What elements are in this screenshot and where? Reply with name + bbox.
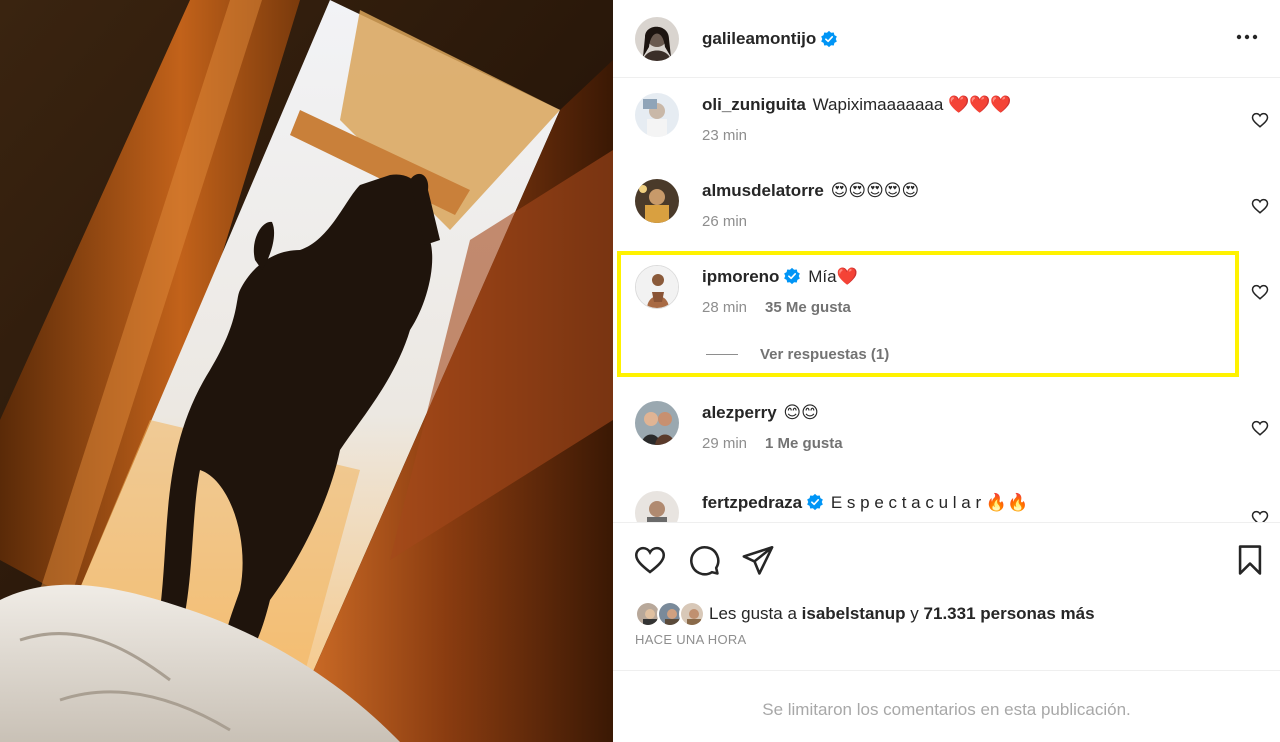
likes-user-link[interactable]: isabelstanup	[802, 604, 906, 624]
commenter-avatar[interactable]	[635, 265, 679, 309]
liker-avatars	[635, 601, 709, 627]
comment-text: Wapiximaaaaaaa ❤️❤️❤️	[812, 95, 1012, 114]
comment-icon[interactable]	[687, 543, 721, 577]
comment-like-heart-icon[interactable]	[1251, 197, 1269, 215]
commenter-avatar[interactable]	[635, 401, 679, 445]
verified-badge-icon	[807, 493, 823, 511]
comment-time[interactable]: 28 min	[702, 299, 747, 316]
author-username[interactable]: galileamontijo	[702, 29, 816, 49]
comment-likes-count[interactable]: 1 Me gusta	[765, 435, 843, 452]
likes-others-link[interactable]: 71.331 personas más	[924, 604, 1095, 624]
view-replies-label: Ver respuestas (1)	[760, 346, 890, 363]
comment-text: E s p e c t a c u l a r 🔥🔥	[830, 493, 1029, 512]
post-timestamp[interactable]: HACE UNA HORA	[635, 632, 747, 647]
post-image	[0, 0, 613, 742]
commenter-username[interactable]: oli_zuniguita	[702, 95, 806, 114]
comment-time[interactable]: 29 min	[702, 435, 747, 452]
comment-likes-count[interactable]: 35 Me gusta	[765, 299, 851, 316]
comment-text: Mía❤️	[808, 267, 858, 286]
liker-avatar	[679, 601, 705, 627]
post-panel: galileamontijo oli_zuniguita Wapiximaaaa…	[613, 0, 1280, 742]
likes-summary[interactable]: Les gusta a isabelstanup y 71.331 person…	[635, 601, 1095, 627]
verified-badge-icon	[784, 267, 801, 285]
verified-badge-icon	[821, 30, 838, 47]
comment-like-heart-icon[interactable]	[1251, 509, 1269, 522]
commenter-username[interactable]: fertzpedraza	[702, 493, 802, 512]
more-horizontal-icon[interactable]	[1234, 24, 1260, 50]
comment-text: 😊😊	[783, 403, 819, 422]
comment-like-heart-icon[interactable]	[1251, 111, 1269, 129]
post-photo[interactable]	[0, 0, 613, 742]
comment-like-heart-icon[interactable]	[1251, 419, 1269, 437]
commenter-avatar[interactable]	[635, 179, 679, 223]
author-avatar[interactable]	[635, 16, 679, 61]
commenter-username[interactable]: almusdelatorre	[702, 181, 824, 200]
comment-time[interactable]: 26 min	[702, 213, 747, 230]
action-bar	[613, 522, 1280, 594]
comments-list[interactable]: oli_zuniguita Wapiximaaaaaaa ❤️❤️❤️ 23 m…	[613, 79, 1280, 522]
likes-prefix: Les gusta a	[709, 604, 797, 623]
replies-divider	[706, 354, 738, 355]
bookmark-icon[interactable]	[1233, 543, 1267, 577]
commenter-username[interactable]: alezperry	[702, 403, 777, 422]
post-header: galileamontijo	[613, 0, 1280, 78]
commenter-avatar[interactable]	[635, 491, 679, 522]
comment-text: 😍😍😍😍😍	[830, 181, 920, 200]
heart-icon[interactable]	[633, 543, 667, 577]
commenter-avatar[interactable]	[635, 93, 679, 137]
comment-time[interactable]: 23 min	[702, 127, 747, 144]
view-replies-button[interactable]: Ver respuestas (1)	[702, 346, 1222, 363]
commenter-username[interactable]: ipmoreno	[702, 267, 779, 286]
comments-limited-notice: Se limitaron los comentarios en esta pub…	[613, 670, 1280, 742]
likes-connector: y	[910, 604, 919, 623]
send-icon[interactable]	[741, 543, 775, 577]
comment-like-heart-icon[interactable]	[1251, 283, 1269, 301]
